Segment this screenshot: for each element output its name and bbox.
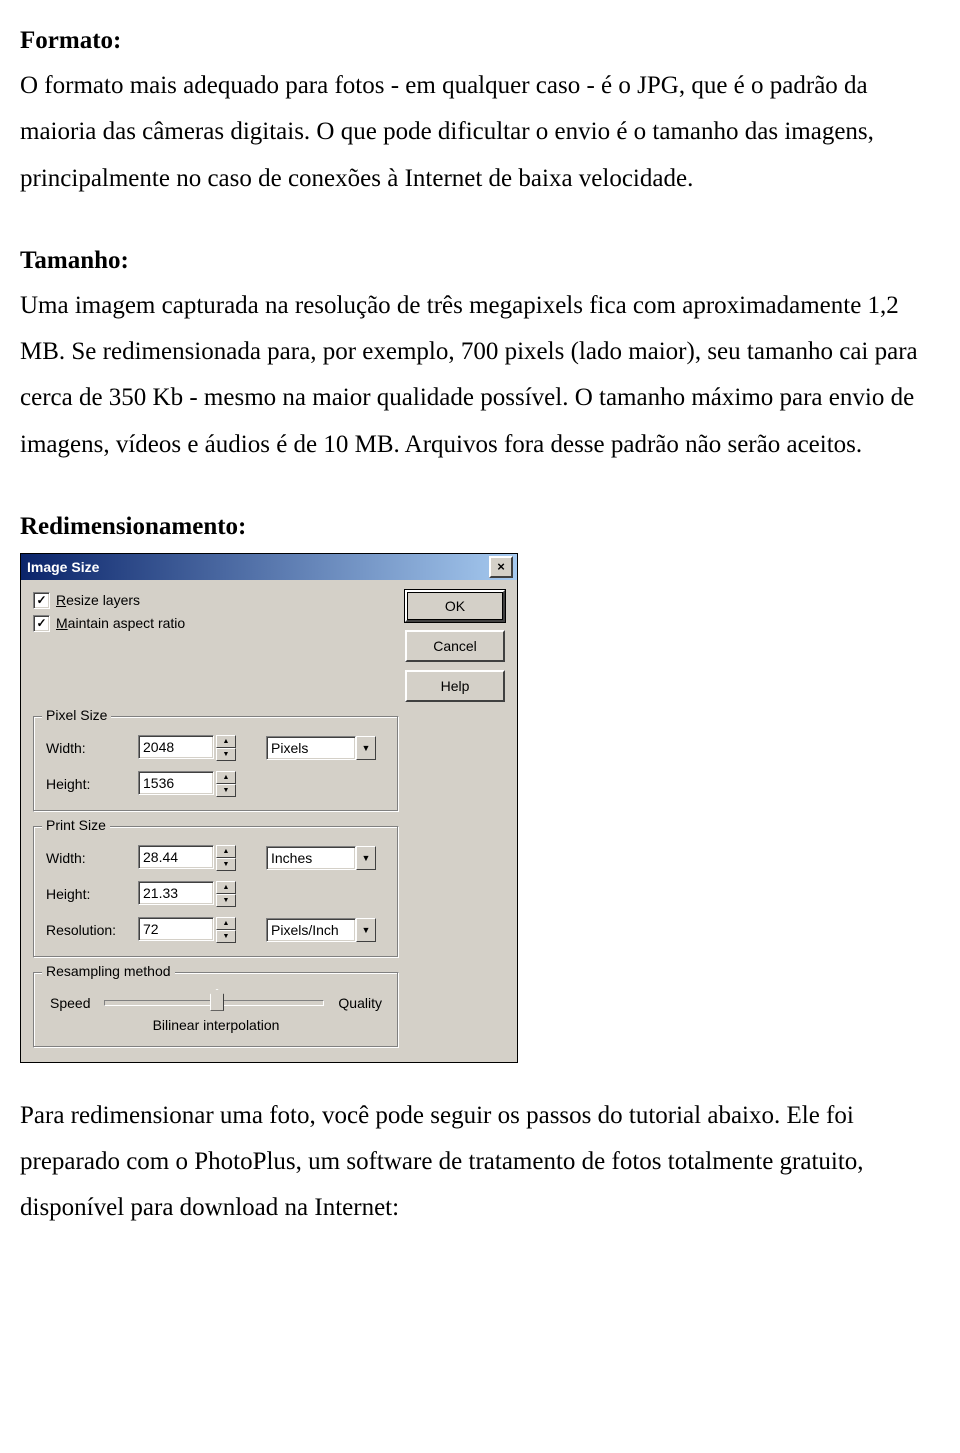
slider-thumb-icon[interactable] <box>210 989 224 1011</box>
print-unit-value: Inches <box>266 846 356 870</box>
pixel-height-label: Height: <box>46 776 130 792</box>
ok-button[interactable]: OK <box>405 590 505 622</box>
print-height-label: Height: <box>46 886 130 902</box>
chevron-up-icon[interactable]: ▲ <box>216 735 236 748</box>
paragraph-formato: O formato mais adequado para fotos - em … <box>20 63 940 202</box>
chevron-up-icon[interactable]: ▲ <box>216 845 236 858</box>
resolution-stepper[interactable]: 72 ▲ ▼ <box>138 917 236 943</box>
chevron-down-icon[interactable]: ▼ <box>356 846 376 870</box>
checkbox-icon: ✓ <box>33 592 50 609</box>
section-heading-tamanho: Tamanho: <box>20 238 940 283</box>
pixel-width-label: Width: <box>46 740 130 756</box>
resolution-label: Resolution: <box>46 922 130 938</box>
print-width-value[interactable]: 28.44 <box>138 845 214 869</box>
print-height-stepper[interactable]: 21.33 ▲ ▼ <box>138 881 236 907</box>
resolution-unit-value: Pixels/Inch <box>266 918 356 942</box>
chevron-up-icon[interactable]: ▲ <box>216 917 236 930</box>
chevron-down-icon[interactable]: ▼ <box>216 930 236 943</box>
chevron-down-icon[interactable]: ▼ <box>216 784 236 797</box>
chevron-up-icon[interactable]: ▲ <box>216 881 236 894</box>
maintain-aspect-label: Maintain aspect ratio <box>56 615 185 631</box>
chevron-down-icon[interactable]: ▼ <box>216 748 236 761</box>
pixel-size-group: Pixel Size Width: 2048 ▲ ▼ Pixels ▼ <box>33 716 399 812</box>
paragraph-footer: Para redimensionar uma foto, você pode s… <box>20 1093 940 1232</box>
chevron-down-icon[interactable]: ▼ <box>216 894 236 907</box>
pixel-height-value[interactable]: 1536 <box>138 771 214 795</box>
print-size-group: Print Size Width: 28.44 ▲ ▼ Inches ▼ <box>33 826 399 958</box>
slider-right-label: Quality <box>338 995 382 1011</box>
section-heading-redim: Redimensionamento: <box>20 504 940 549</box>
dialog-title: Image Size <box>27 559 99 575</box>
pixel-width-value[interactable]: 2048 <box>138 735 214 759</box>
chevron-down-icon[interactable]: ▼ <box>356 918 376 942</box>
chevron-up-icon[interactable]: ▲ <box>216 771 236 784</box>
resolution-unit-select[interactable]: Pixels/Inch ▼ <box>266 918 376 942</box>
resize-layers-checkbox[interactable]: ✓ Resize layers <box>33 592 185 609</box>
resampling-group: Resampling method Speed Quality Bilinear… <box>33 972 399 1048</box>
resolution-value[interactable]: 72 <box>138 917 214 941</box>
print-height-value[interactable]: 21.33 <box>138 881 214 905</box>
print-size-legend: Print Size <box>42 817 110 833</box>
cancel-button[interactable]: Cancel <box>405 630 505 662</box>
help-button[interactable]: Help <box>405 670 505 702</box>
slider-left-label: Speed <box>50 995 90 1011</box>
print-unit-select[interactable]: Inches ▼ <box>266 846 376 870</box>
resampling-caption: Bilinear interpolation <box>46 1017 386 1033</box>
resampling-legend: Resampling method <box>42 963 175 979</box>
dialog-titlebar: Image Size × <box>21 554 517 580</box>
resize-layers-label: Resize layers <box>56 592 140 608</box>
checkbox-icon: ✓ <box>33 615 50 632</box>
chevron-down-icon[interactable]: ▼ <box>356 736 376 760</box>
pixel-unit-value: Pixels <box>266 736 356 760</box>
pixel-width-stepper[interactable]: 2048 ▲ ▼ <box>138 735 236 761</box>
pixel-unit-select[interactable]: Pixels ▼ <box>266 736 376 760</box>
maintain-aspect-checkbox[interactable]: ✓ Maintain aspect ratio <box>33 615 185 632</box>
close-icon: × <box>497 559 505 574</box>
paragraph-tamanho: Uma imagem capturada na resolução de trê… <box>20 283 940 468</box>
close-button[interactable]: × <box>489 556 513 578</box>
image-size-dialog: Image Size × ✓ Resize layers ✓ Maintain … <box>20 553 518 1063</box>
chevron-down-icon[interactable]: ▼ <box>216 858 236 871</box>
pixel-size-legend: Pixel Size <box>42 707 111 723</box>
pixel-height-stepper[interactable]: 1536 ▲ ▼ <box>138 771 236 797</box>
section-heading-formato: Formato: <box>20 18 940 63</box>
resampling-slider[interactable] <box>104 991 324 1015</box>
print-width-stepper[interactable]: 28.44 ▲ ▼ <box>138 845 236 871</box>
print-width-label: Width: <box>46 850 130 866</box>
